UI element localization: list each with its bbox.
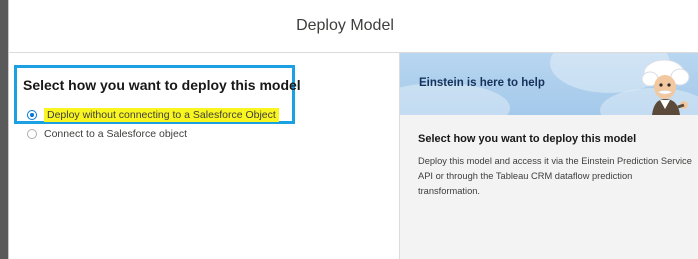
- radio-option-connect-to-object[interactable]: Connect to a Salesforce object: [27, 128, 187, 140]
- deploy-options-heading: Select how you want to deploy this model: [23, 77, 301, 93]
- radio-option-label: Deploy without connecting to a Salesforc…: [44, 108, 279, 122]
- help-body-text: Deploy this model and access it via the …: [418, 156, 692, 196]
- deploy-options-panel: Select how you want to deploy this model…: [9, 53, 399, 259]
- modal-title: Deploy Model: [296, 17, 394, 34]
- deploy-model-modal: Deploy Model Select how you want to depl…: [8, 0, 698, 259]
- help-body-title: Select how you want to deploy this model: [418, 133, 637, 145]
- radio-button[interactable]: [27, 129, 37, 139]
- radio-option-deploy-without-connecting[interactable]: Deploy without connecting to a Salesforc…: [27, 108, 279, 122]
- einstein-mascot-icon: [641, 59, 690, 115]
- help-banner-title: Einstein is here to help: [419, 77, 545, 89]
- radio-option-label: Connect to a Salesforce object: [44, 128, 188, 140]
- modal-header: Deploy Model: [9, 0, 698, 53]
- help-banner: Einstein is here to help: [400, 53, 698, 115]
- help-panel: Einstein is here to help Select how you …: [399, 53, 698, 259]
- radio-button-selected[interactable]: [27, 110, 37, 120]
